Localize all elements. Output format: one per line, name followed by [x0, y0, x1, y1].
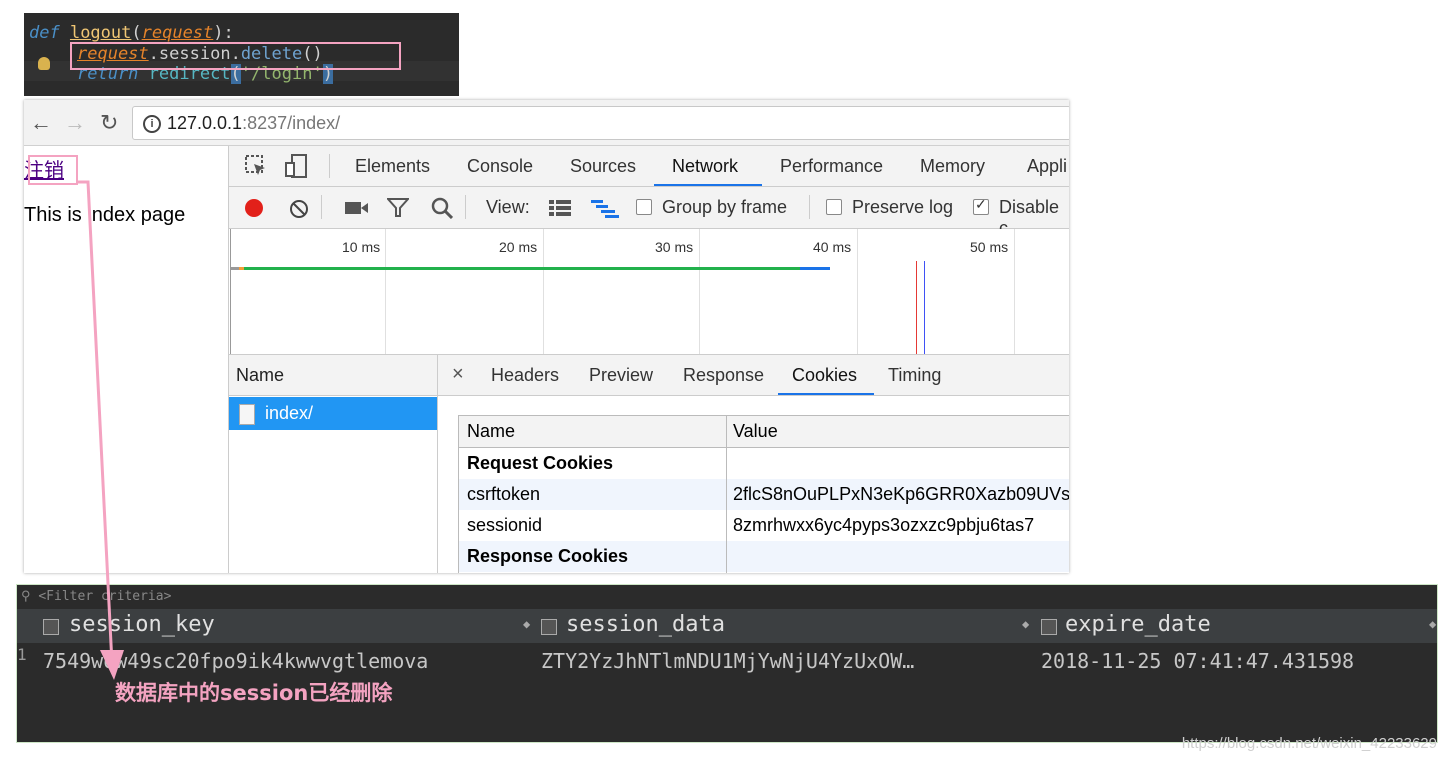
watermark: https://blog.csdn.net/weixin_42233629	[1181, 735, 1437, 752]
annotation-arrow	[78, 180, 124, 680]
